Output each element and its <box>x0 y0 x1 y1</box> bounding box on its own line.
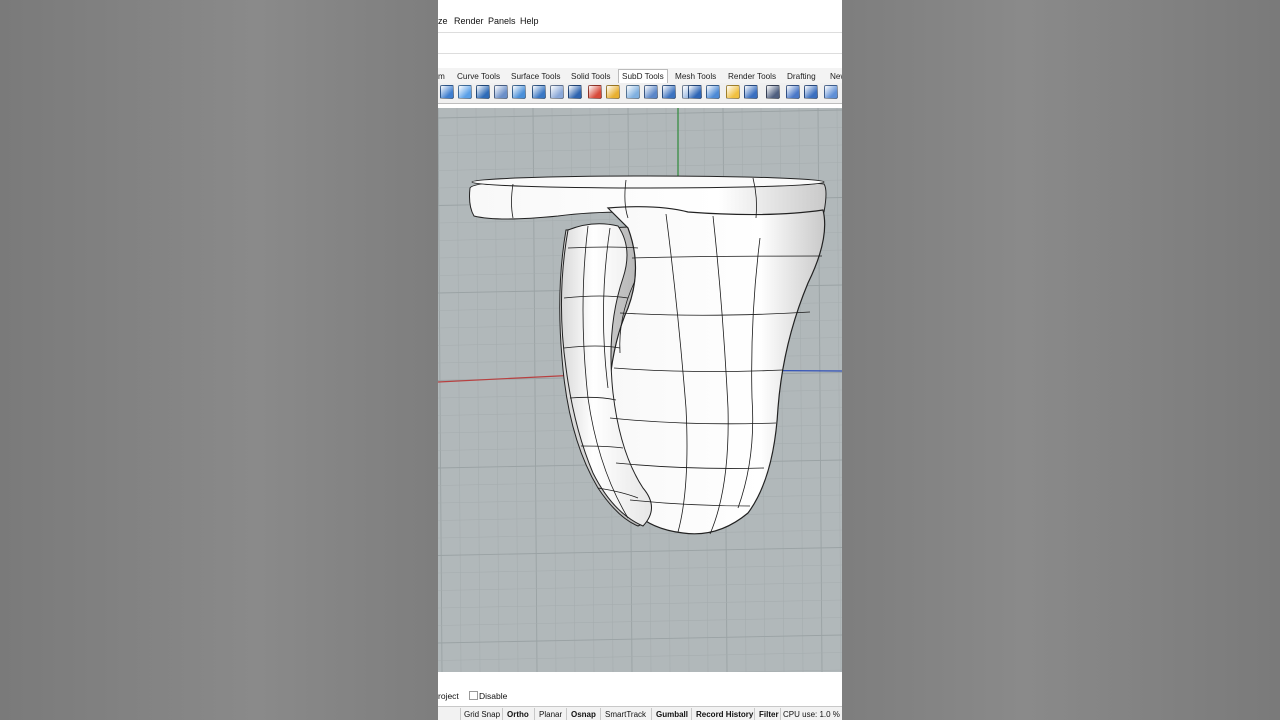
tab-mesh-tools[interactable]: Mesh Tools <box>675 70 716 83</box>
gumball-toggle[interactable]: Gumball <box>656 710 688 719</box>
menu-item-help[interactable]: Help <box>520 16 539 26</box>
tab-curve-tools[interactable]: Curve Tools <box>457 70 500 83</box>
menu-item-analyze[interactable]: ze <box>438 16 448 26</box>
command-line[interactable] <box>438 32 842 54</box>
subd-sphere-icon[interactable] <box>458 85 472 99</box>
subd-box-icon[interactable] <box>440 85 454 99</box>
subd-plane-icon[interactable] <box>532 85 546 99</box>
grid-line <box>438 127 842 136</box>
menu-item-render[interactable]: Render <box>454 16 484 26</box>
planar-toggle[interactable]: Planar <box>539 710 562 719</box>
subd-edit-icon[interactable] <box>766 85 780 99</box>
smarttrack-toggle[interactable]: SmartTrack <box>605 710 646 719</box>
project-option[interactable]: roject <box>438 691 459 701</box>
status-separator <box>566 708 567 720</box>
grid-line <box>438 547 842 556</box>
subd-grid-icon[interactable] <box>588 85 602 99</box>
filter-toggle[interactable]: Filter <box>759 710 779 719</box>
perspective-viewport[interactable] <box>438 108 842 672</box>
subd-color-icon[interactable] <box>626 85 640 99</box>
status-separator <box>600 708 601 720</box>
subd-stretch-icon[interactable] <box>550 85 564 99</box>
grid-line <box>456 108 462 672</box>
tab-solid-tools[interactable]: Solid Tools <box>571 70 610 83</box>
grid-line <box>438 109 842 119</box>
grid-line <box>438 144 842 154</box>
cpu-usage: CPU use: 1.0 % <box>783 710 840 719</box>
tab-subd-tools[interactable]: SubD Tools <box>618 69 668 83</box>
subd-star-icon[interactable] <box>688 85 702 99</box>
subd-bridge-icon[interactable] <box>568 85 582 99</box>
subd-tools-icon[interactable] <box>786 85 800 99</box>
subd-loft-icon[interactable] <box>744 85 758 99</box>
ortho-toggle[interactable]: Ortho <box>507 710 529 719</box>
grid-line <box>725 669 842 672</box>
status-separator <box>691 708 692 720</box>
grid-line <box>438 108 443 672</box>
grid-line <box>438 564 842 574</box>
subd-frame-icon[interactable] <box>606 85 620 99</box>
subd-cone-icon[interactable] <box>494 85 508 99</box>
status-bar: Grid Snap Ortho Planar Osnap SmartTrack … <box>438 706 842 720</box>
menu-bar: ze Render Panels Help <box>438 12 842 30</box>
subd-crease-icon[interactable] <box>644 85 658 99</box>
subd-move-icon[interactable] <box>804 85 818 99</box>
tab-drafting[interactable]: Drafting <box>787 70 816 83</box>
subd-toolbar <box>438 83 842 104</box>
toolbar-tabs: m Curve Tools Surface Tools Solid Tools … <box>438 68 842 84</box>
ring-model[interactable] <box>469 175 827 535</box>
grid-line <box>438 529 842 539</box>
grid-line <box>438 162 842 171</box>
status-separator <box>534 708 535 720</box>
tab-surface-tools[interactable]: Surface Tools <box>511 70 560 83</box>
subd-pipe-icon[interactable] <box>726 85 740 99</box>
subd-blob-icon[interactable] <box>706 85 720 99</box>
status-separator <box>754 708 755 720</box>
disable-checkbox[interactable] <box>469 691 478 700</box>
rhino-window: ze Render Panels Help m Curve Tools Surf… <box>438 0 842 720</box>
subd-weld-icon[interactable] <box>662 85 676 99</box>
status-separator <box>780 708 781 720</box>
record-history-toggle[interactable]: Record History <box>696 710 753 719</box>
osnap-toggle[interactable]: Osnap <box>571 710 596 719</box>
menu-item-panels[interactable]: Panels <box>488 16 516 26</box>
status-separator <box>460 708 461 720</box>
status-separator <box>502 708 503 720</box>
viewport-canvas <box>438 108 842 672</box>
disable-label: Disable <box>479 691 508 701</box>
subd-torus-icon[interactable] <box>512 85 526 99</box>
subd-cylinder-icon[interactable] <box>476 85 490 99</box>
subd-scale-icon[interactable] <box>824 85 838 99</box>
osnap-options-bar: roject Disable <box>438 688 842 704</box>
tab-transform[interactable]: m <box>438 70 445 83</box>
grid-snap-toggle[interactable]: Grid Snap <box>464 710 500 719</box>
status-separator <box>651 708 652 720</box>
tab-render-tools[interactable]: Render Tools <box>728 70 776 83</box>
tab-new[interactable]: New <box>830 70 842 83</box>
